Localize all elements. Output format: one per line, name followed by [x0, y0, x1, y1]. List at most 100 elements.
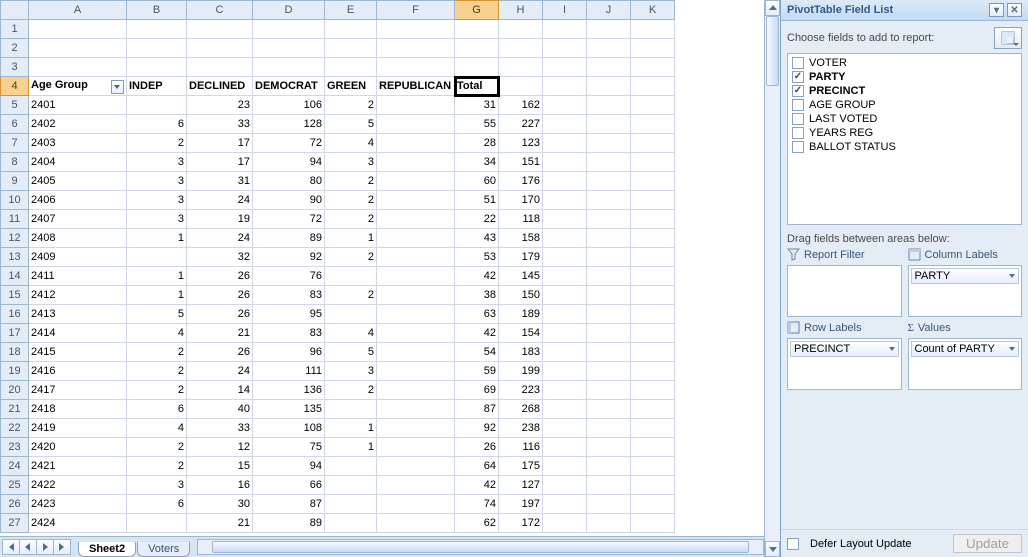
row-header[interactable]: 6: [1, 115, 29, 134]
cell[interactable]: [377, 153, 455, 172]
cell[interactable]: [631, 229, 675, 248]
cell[interactable]: [543, 400, 587, 419]
cell[interactable]: 94: [253, 457, 325, 476]
cell[interactable]: [587, 324, 631, 343]
cell[interactable]: 80: [253, 172, 325, 191]
cell[interactable]: 223: [499, 381, 543, 400]
row-header[interactable]: 10: [1, 191, 29, 210]
cell[interactable]: [587, 58, 631, 77]
cell[interactable]: 3: [127, 153, 187, 172]
cell[interactable]: 199: [499, 362, 543, 381]
cell[interactable]: [543, 343, 587, 362]
row-header[interactable]: 24: [1, 457, 29, 476]
cell[interactable]: [631, 134, 675, 153]
cell[interactable]: 268: [499, 400, 543, 419]
field-checkbox[interactable]: [792, 57, 804, 69]
cell[interactable]: 2409: [29, 248, 127, 267]
cell[interactable]: [377, 39, 455, 58]
cell[interactable]: [127, 514, 187, 533]
cell[interactable]: [587, 457, 631, 476]
cell[interactable]: 3: [127, 210, 187, 229]
cell[interactable]: 6: [127, 400, 187, 419]
cell[interactable]: 175: [499, 457, 543, 476]
cell[interactable]: [587, 267, 631, 286]
cell[interactable]: 2: [127, 134, 187, 153]
cell[interactable]: [587, 476, 631, 495]
nav-last-button[interactable]: [53, 539, 71, 555]
cell[interactable]: [377, 324, 455, 343]
row-header[interactable]: 7: [1, 134, 29, 153]
cell[interactable]: [253, 58, 325, 77]
cell[interactable]: 2423: [29, 495, 127, 514]
cell[interactable]: 43: [455, 229, 499, 248]
area-field-chip[interactable]: PRECINCT: [790, 341, 899, 357]
cell[interactable]: [499, 39, 543, 58]
cell[interactable]: 2405: [29, 172, 127, 191]
cell[interactable]: [587, 191, 631, 210]
cell[interactable]: [631, 172, 675, 191]
cell[interactable]: 106: [253, 96, 325, 115]
row-labels-area[interactable]: PRECINCT: [787, 338, 902, 390]
horizontal-scrollbar[interactable]: [197, 539, 764, 555]
cell[interactable]: 69: [455, 381, 499, 400]
cell[interactable]: [543, 514, 587, 533]
cell[interactable]: 33: [187, 419, 253, 438]
cell[interactable]: 1: [127, 229, 187, 248]
cell[interactable]: 135: [253, 400, 325, 419]
cell[interactable]: 3: [325, 153, 377, 172]
update-button[interactable]: Update: [953, 534, 1022, 553]
cell[interactable]: 31: [187, 172, 253, 191]
cell[interactable]: DEMOCRAT: [253, 77, 325, 96]
pane-close-icon[interactable]: ✕: [1007, 3, 1022, 17]
cell[interactable]: 26: [187, 343, 253, 362]
cell[interactable]: [587, 286, 631, 305]
cell[interactable]: [377, 514, 455, 533]
cell[interactable]: [325, 476, 377, 495]
cell[interactable]: 12: [187, 438, 253, 457]
cell[interactable]: [455, 58, 499, 77]
cell[interactable]: [587, 495, 631, 514]
cell[interactable]: [325, 305, 377, 324]
cell[interactable]: 92: [253, 248, 325, 267]
cell[interactable]: 1: [127, 267, 187, 286]
vertical-scrollbar[interactable]: [764, 0, 780, 557]
row-header[interactable]: 20: [1, 381, 29, 400]
cell[interactable]: 136: [253, 381, 325, 400]
cell[interactable]: 89: [253, 514, 325, 533]
cell[interactable]: [631, 438, 675, 457]
cell[interactable]: [587, 438, 631, 457]
cell[interactable]: 54: [455, 343, 499, 362]
cell[interactable]: 62: [455, 514, 499, 533]
cell[interactable]: 123: [499, 134, 543, 153]
cell[interactable]: [187, 39, 253, 58]
cell[interactable]: [455, 20, 499, 39]
cell[interactable]: [587, 172, 631, 191]
cell[interactable]: 21: [187, 514, 253, 533]
cell[interactable]: [587, 210, 631, 229]
cell[interactable]: [543, 77, 587, 96]
row-header[interactable]: 4: [1, 77, 29, 96]
cell[interactable]: 4: [127, 419, 187, 438]
cell[interactable]: [377, 210, 455, 229]
cell[interactable]: [543, 134, 587, 153]
column-labels-area[interactable]: PARTY: [908, 265, 1023, 317]
cell[interactable]: 76: [253, 267, 325, 286]
cell[interactable]: [377, 58, 455, 77]
cell[interactable]: 189: [499, 305, 543, 324]
field-checkbox[interactable]: [792, 141, 804, 153]
row-header[interactable]: 13: [1, 248, 29, 267]
chip-dropdown-icon[interactable]: [1009, 274, 1015, 278]
cell[interactable]: [253, 39, 325, 58]
cell[interactable]: [29, 58, 127, 77]
cell[interactable]: 2418: [29, 400, 127, 419]
cell[interactable]: 17: [187, 153, 253, 172]
cell[interactable]: [543, 20, 587, 39]
cell[interactable]: [377, 134, 455, 153]
cell[interactable]: 95: [253, 305, 325, 324]
cell[interactable]: 5: [325, 343, 377, 362]
cell[interactable]: 90: [253, 191, 325, 210]
cell[interactable]: 2422: [29, 476, 127, 495]
cell[interactable]: 2: [127, 457, 187, 476]
cell[interactable]: [499, 20, 543, 39]
cell[interactable]: [631, 248, 675, 267]
